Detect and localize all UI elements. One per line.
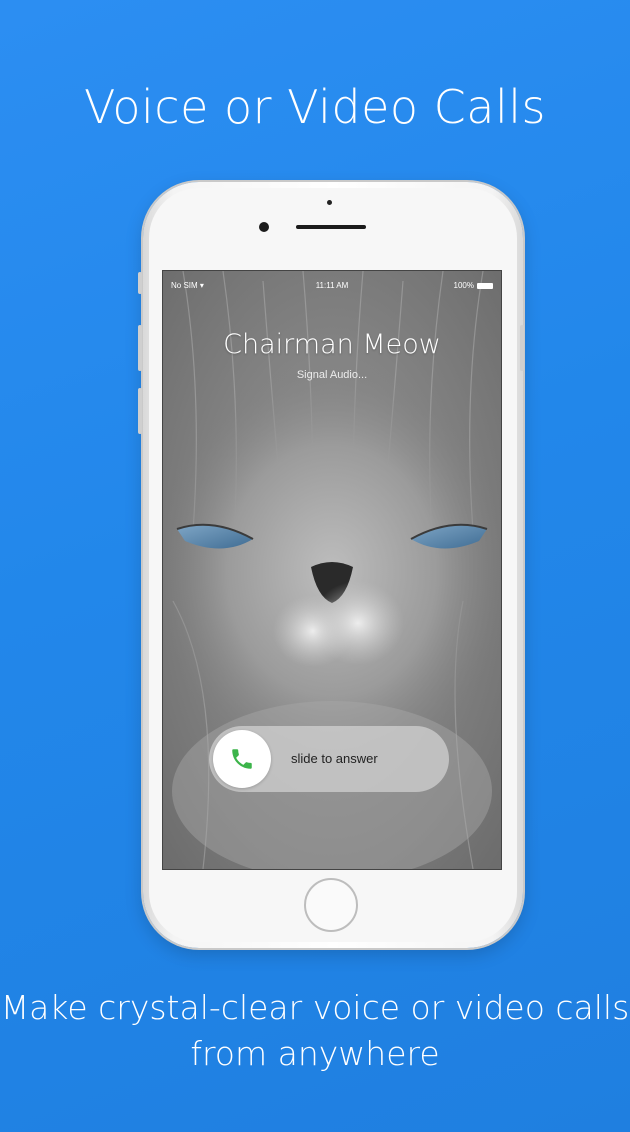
caller-name: Chairman Meow — [223, 329, 441, 360]
status-battery: 100% — [454, 281, 493, 290]
status-bar: No SIM ▾ 11:11 AM 100% — [163, 281, 501, 293]
proximity-sensor — [327, 200, 332, 205]
description: Make crystal-clear voice or video calls … — [0, 988, 630, 1073]
front-camera-icon — [259, 222, 269, 232]
phone-screen: No SIM ▾ 11:11 AM 100% Chairman Meow Sig… — [162, 270, 502, 870]
slide-to-answer-label: slide to answer — [291, 751, 378, 766]
battery-icon — [477, 282, 493, 289]
battery-label: 100% — [453, 281, 474, 290]
call-type: Signal Audio... — [296, 369, 368, 381]
power-button — [520, 325, 524, 371]
mute-switch — [138, 272, 142, 294]
status-time: 11:11 AM — [315, 281, 349, 290]
headline: Voice or Video Calls — [83, 80, 547, 134]
home-button[interactable] — [304, 878, 358, 932]
volume-up-button — [138, 325, 142, 371]
answer-slider[interactable]: slide to answer — [209, 726, 449, 792]
earpiece-speaker — [296, 225, 366, 229]
phone-icon — [232, 749, 252, 769]
answer-slider-knob[interactable] — [213, 730, 271, 788]
volume-down-button — [138, 388, 142, 434]
